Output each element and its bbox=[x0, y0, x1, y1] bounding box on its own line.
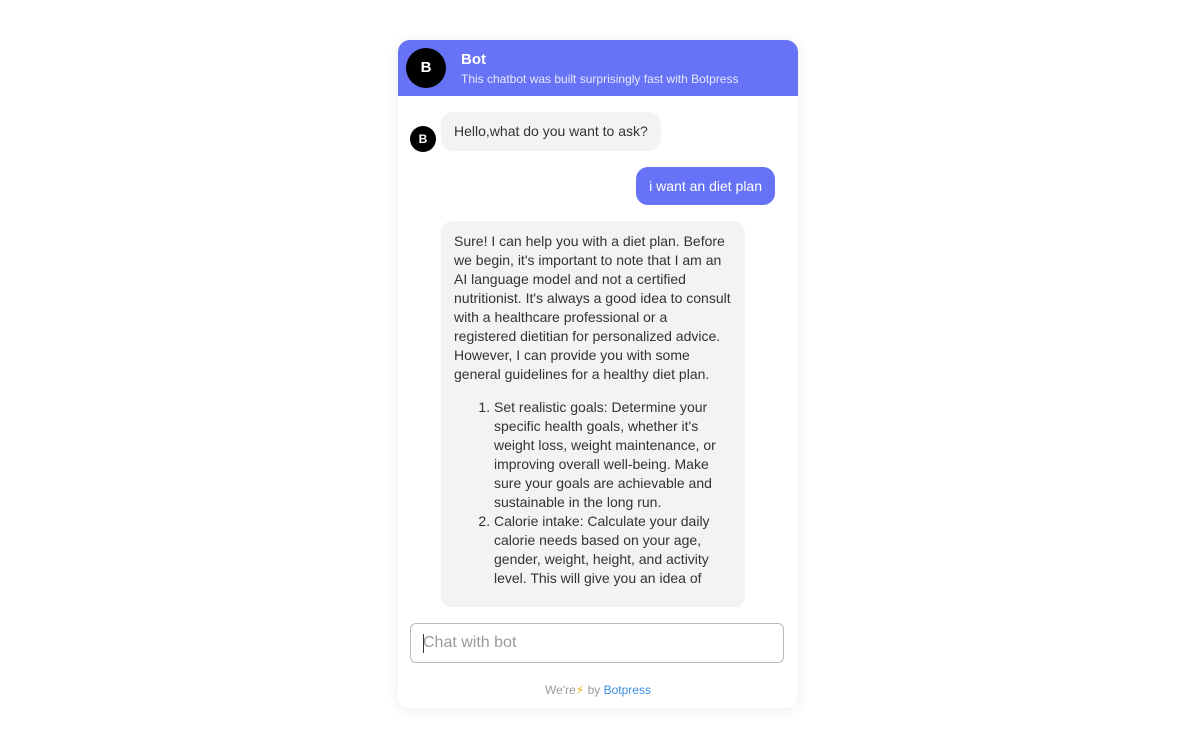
chat-header: B Bot This chatbot was built surprisingl… bbox=[398, 40, 798, 96]
bot-reply-list: Set realistic goals: Determine your spec… bbox=[454, 398, 732, 588]
text-caret bbox=[423, 634, 424, 653]
botpress-link[interactable]: Botpress bbox=[604, 683, 651, 697]
user-message: i want an diet plan bbox=[636, 167, 775, 205]
footer-by: by bbox=[587, 683, 601, 697]
bot-avatar: B bbox=[406, 48, 446, 88]
bot-reply-intro: Sure! I can help you with a diet plan. B… bbox=[454, 233, 731, 382]
chat-input[interactable] bbox=[411, 624, 785, 662]
composer[interactable] bbox=[410, 623, 785, 663]
footer-prefix: We're bbox=[545, 683, 576, 697]
chat-widget: B Bot This chatbot was built surprisingl… bbox=[398, 40, 798, 708]
bot-reply-list-item: Calorie intake: Calculate your daily cal… bbox=[494, 512, 732, 588]
bolt-icon: ⚡ bbox=[575, 683, 585, 697]
bot-message-greeting: Hello,what do you want to ask? bbox=[441, 112, 661, 151]
bot-message-diet-plan: Sure! I can help you with a diet plan. B… bbox=[441, 221, 745, 607]
message-bot-avatar: B bbox=[410, 126, 436, 152]
bot-name: Bot bbox=[461, 51, 486, 68]
message-list[interactable]: B Hello,what do you want to ask? i want … bbox=[398, 96, 798, 607]
powered-by-footer: We're⚡ by Botpress bbox=[398, 683, 798, 697]
bot-reply-list-item: Set realistic goals: Determine your spec… bbox=[494, 398, 732, 512]
bot-description: This chatbot was built surprisingly fast… bbox=[461, 72, 739, 86]
